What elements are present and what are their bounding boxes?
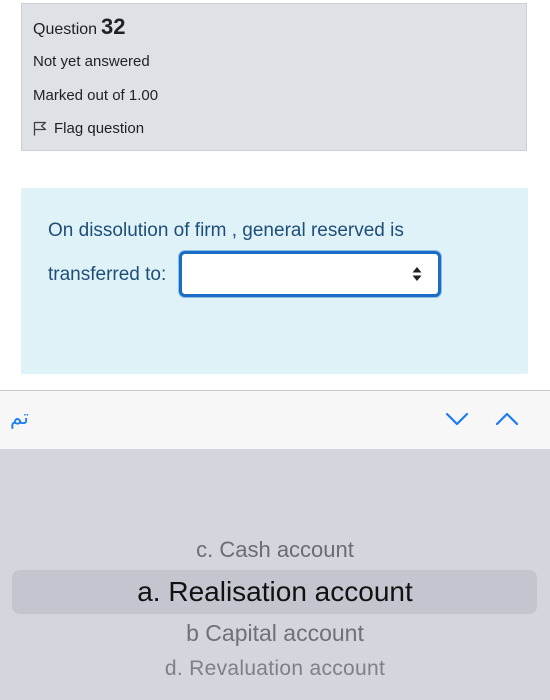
question-number-heading: Question 32 [33, 14, 126, 40]
question-text-line1: On dissolution of firm , general reserve… [48, 220, 404, 241]
flag-question-link[interactable]: Flag question [33, 120, 144, 137]
question-info-panel: Question 32 Not yet answered Marked out o… [21, 3, 527, 151]
select-arrows-icon [412, 266, 422, 282]
question-state: Not yet answered [33, 53, 150, 70]
question-content-panel: On dissolution of firm , general reserve… [21, 188, 528, 374]
flag-icon [33, 121, 47, 136]
question-grade: Marked out of 1.00 [33, 87, 159, 104]
chevron-up-icon[interactable] [494, 409, 520, 429]
picker-option-d[interactable]: d. Revaluation account [0, 657, 550, 681]
flag-question-label: Flag question [54, 120, 145, 137]
question-number: 32 [101, 14, 126, 39]
done-button[interactable]: تم [10, 405, 29, 429]
picker-option-b[interactable]: b Capital account [0, 620, 550, 647]
options-picker[interactable]: c. Cash account a. Realisation account b… [0, 449, 550, 700]
picker-option-c[interactable]: c. Cash account [0, 537, 550, 563]
picker-option-a-selected[interactable]: a. Realisation account [0, 576, 550, 608]
answer-select[interactable] [179, 251, 441, 297]
keyboard-accessory-bar: تم [0, 390, 550, 449]
chevron-down-icon[interactable] [444, 409, 470, 429]
question-label: Question [33, 21, 98, 38]
question-text-line2: transferred to: [48, 264, 167, 285]
